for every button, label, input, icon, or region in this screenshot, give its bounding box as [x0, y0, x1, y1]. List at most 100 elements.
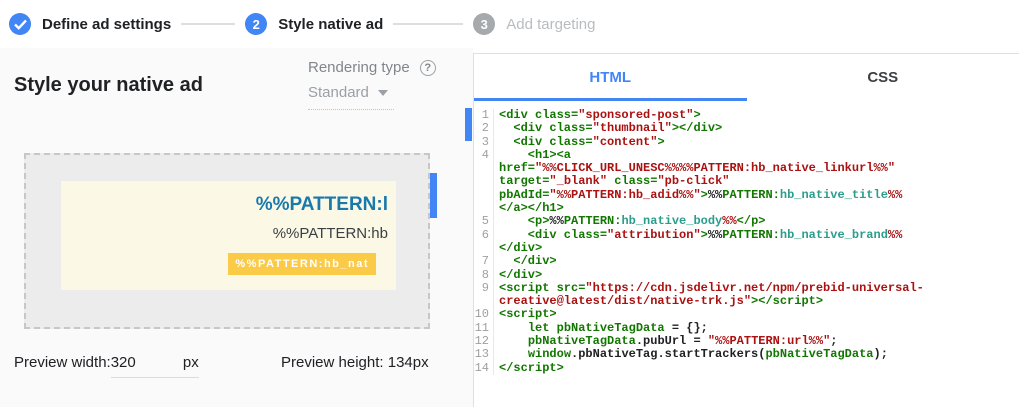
line-number: 2 [474, 122, 494, 135]
line-number [474, 295, 494, 308]
code-line: let pbNativeTagData = {}; [494, 322, 708, 335]
rendering-type-block: Rendering type ? Standard [308, 59, 436, 110]
preview-width-input[interactable]: 320 px [111, 354, 199, 378]
code-line: pbAdId="%%PATTERN:hb_adid%%">%%PATTERN:h… [494, 189, 902, 202]
code-line: <div class="thumbnail"></div> [494, 122, 722, 135]
step-number-badge: 3 [473, 13, 495, 35]
line-number: 12 [474, 335, 494, 348]
preview-height-label: Preview height: 134px [281, 354, 429, 371]
code-row: 8</div> [474, 269, 1019, 282]
code-line: <div class="content"> [494, 136, 665, 149]
code-row: 9<script src="https://cdn.jsdelivr.net/n… [474, 282, 1019, 295]
code-line: <h1><a [494, 149, 571, 162]
step-label: Style native ad [278, 16, 383, 33]
preview-scrollbar-thumb[interactable] [430, 173, 437, 218]
line-number [474, 189, 494, 202]
line-number: 11 [474, 322, 494, 335]
code-row: 12 pbNativeTagData.pubUrl = "%%PATTERN:u… [474, 335, 1019, 348]
chevron-down-icon [378, 90, 388, 96]
line-number: 1 [474, 109, 494, 122]
line-number: 7 [474, 255, 494, 268]
step-style-native-ad[interactable]: 2 Style native ad [245, 13, 383, 35]
code-line: window.pbNativeTag.startTrackers(pbNativ… [494, 348, 888, 361]
step-add-targeting[interactable]: 3 Add targeting [473, 13, 595, 35]
code-line: target="_blank" class="pb-click" [494, 175, 729, 188]
code-line: </div> [494, 269, 542, 282]
code-row: 14</script> [474, 362, 1019, 375]
code-line: <p>%%PATTERN:hb_native_body%%</p> [494, 215, 765, 228]
code-tabs: HTML CSS [474, 54, 1019, 101]
code-line: <div class="attribution">%%PATTERN:hb_na… [494, 229, 902, 242]
code-row: target="_blank" class="pb-click" [474, 175, 1019, 188]
code-row: 11 let pbNativeTagData = {}; [474, 322, 1019, 335]
code-line: <script src="https://cdn.jsdelivr.net/np… [494, 282, 924, 295]
code-row: pbAdId="%%PATTERN:hb_adid%%">%%PATTERN:h… [474, 189, 1019, 202]
code-line: </script> [494, 362, 564, 375]
preview-width-label: Preview width: [14, 354, 111, 371]
line-number: 9 [474, 282, 494, 295]
tab-css[interactable]: CSS [747, 54, 1019, 101]
active-tab-underline [474, 98, 747, 101]
help-icon[interactable]: ? [420, 60, 436, 76]
code-line: pbNativeTagData.pubUrl = "%%PATTERN:url%… [494, 335, 837, 348]
code-row: </div> [474, 242, 1019, 255]
page-title: Style your native ad [14, 74, 203, 97]
code-row: 2 <div class="thumbnail"></div> [474, 122, 1019, 135]
code-line: <script> [494, 308, 557, 321]
check-icon [9, 13, 31, 35]
step-connector-line [181, 23, 235, 25]
step-define-ad-settings[interactable]: Define ad settings [9, 13, 171, 35]
preview-width-row: Preview width: 320 px [14, 354, 199, 378]
code-line: <div class="sponsored-post"> [494, 109, 701, 122]
code-row: 6 <div class="attribution">%%PATTERN:hb_… [474, 229, 1019, 242]
line-number: 5 [474, 215, 494, 228]
code-row: 10<script> [474, 308, 1019, 321]
preview-width-value: 320 [111, 354, 136, 371]
code-row: href="%%CLICK_URL_UNESC%%%%PATTERN:hb_na… [474, 162, 1019, 175]
code-row: </a></h1> [474, 202, 1019, 215]
panel-scrollbar-thumb[interactable] [465, 108, 472, 141]
step-label: Define ad settings [42, 16, 171, 33]
line-number [474, 242, 494, 255]
step-label: Add targeting [506, 16, 595, 33]
ad-title-placeholder: %%PATTERN:l [61, 194, 388, 216]
code-row: 3 <div class="content"> [474, 136, 1019, 149]
step-connector-line [393, 23, 463, 25]
code-line: creative@latest/dist/native-trk.js"></sc… [494, 295, 823, 308]
code-editor-panel: HTML CSS 1<div class="sponsored-post">2 … [473, 53, 1019, 407]
tab-css-label: CSS [867, 69, 898, 86]
code-line: </a></h1> [494, 202, 564, 215]
code-line: </div> [494, 242, 542, 255]
code-row: 4 <h1><a [474, 149, 1019, 162]
line-number: 6 [474, 229, 494, 242]
line-number: 14 [474, 362, 494, 375]
code-line: href="%%CLICK_URL_UNESC%%%%PATTERN:hb_na… [494, 162, 895, 175]
ad-body-placeholder: %%PATTERN:hb [61, 225, 388, 242]
tab-html[interactable]: HTML [474, 54, 747, 101]
code-row: creative@latest/dist/native-trk.js"></sc… [474, 295, 1019, 308]
style-panel: Style your native ad Rendering type ? St… [0, 48, 473, 407]
ad-brand-badge: %%PATTERN:hb_nat [228, 253, 376, 275]
code-row: 5 <p>%%PATTERN:hb_native_body%%</p> [474, 215, 1019, 228]
line-number: 10 [474, 308, 494, 321]
stepper: Define ad settings 2 Style native ad 3 A… [0, 0, 1019, 48]
code-row: 7 </div> [474, 255, 1019, 268]
line-number [474, 202, 494, 215]
line-number: 4 [474, 149, 494, 162]
line-number [474, 162, 494, 175]
rendering-type-value: Standard [308, 84, 369, 101]
code-line: </div> [494, 255, 557, 268]
code-editor[interactable]: 1<div class="sponsored-post">2 <div clas… [474, 104, 1019, 407]
native-ad-card: %%PATTERN:l %%PATTERN:hb %%PATTERN:hb_na… [61, 181, 396, 290]
code-row: 1<div class="sponsored-post"> [474, 109, 1019, 122]
line-number: 3 [474, 136, 494, 149]
preview-width-unit: px [183, 354, 199, 371]
rendering-type-label: Rendering type [308, 59, 410, 76]
line-number: 13 [474, 348, 494, 361]
tab-html-label: HTML [589, 69, 631, 86]
line-number: 8 [474, 269, 494, 282]
line-number [474, 175, 494, 188]
step-number-badge: 2 [245, 13, 267, 35]
code-row: 13 window.pbNativeTag.startTrackers(pbNa… [474, 348, 1019, 361]
rendering-type-select[interactable]: Standard [308, 84, 394, 110]
